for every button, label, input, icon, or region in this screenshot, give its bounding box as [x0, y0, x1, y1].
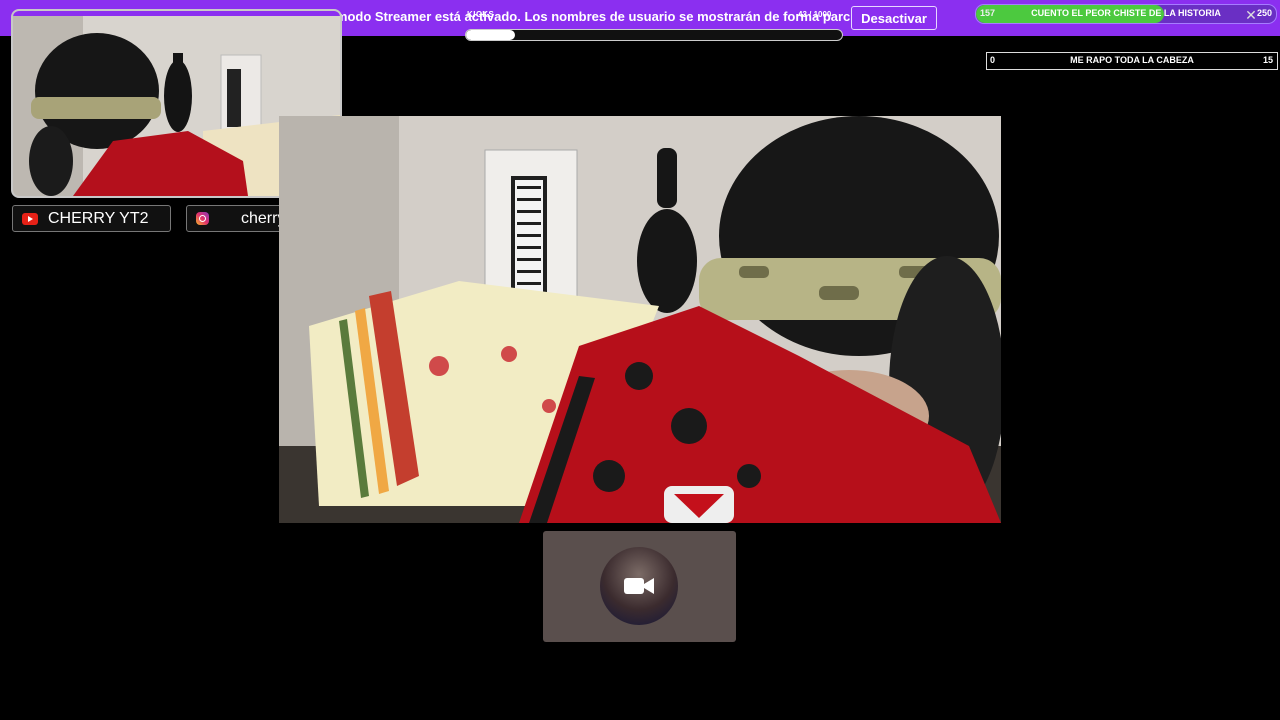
goal2-title: ME RAPO TODA LA CABEZA	[1070, 55, 1194, 65]
youtube-icon	[22, 212, 38, 225]
goal-bar-haircut: 0 ME RAPO TODA LA CABEZA 15	[986, 52, 1278, 70]
goal2-target-value: 15	[1262, 55, 1273, 65]
goal-target-value: 250	[1256, 8, 1272, 18]
goal-title: CUENTO EL PEOR CHISTE DE LA HISTORIA	[1031, 8, 1221, 18]
close-icon[interactable]: ✕	[1244, 8, 1258, 22]
call-avatar	[600, 547, 678, 625]
youtube-handle: CHERRY YT2	[48, 209, 149, 227]
instagram-icon	[196, 212, 209, 225]
streamer-mode-message: El modo Streamer está activado. Los nomb…	[320, 9, 869, 24]
video-camera-icon	[624, 578, 654, 594]
kicks-progress-fill	[466, 30, 515, 40]
video-call-tile[interactable]	[543, 531, 736, 642]
goal-bar-joke: 157 CUENTO EL PEOR CHISTE DE LA HISTORIA…	[975, 4, 1277, 24]
kicks-count: 43 / 1000	[798, 10, 832, 19]
kicks-label: KICKS	[467, 10, 495, 19]
youtube-tag: CHERRY YT2	[12, 205, 171, 232]
deactivate-button[interactable]: Desactivar	[851, 6, 937, 30]
kicks-progress-bar	[465, 29, 843, 41]
main-webcam-scene	[279, 116, 1001, 523]
main-webcam-feed	[279, 116, 1001, 523]
